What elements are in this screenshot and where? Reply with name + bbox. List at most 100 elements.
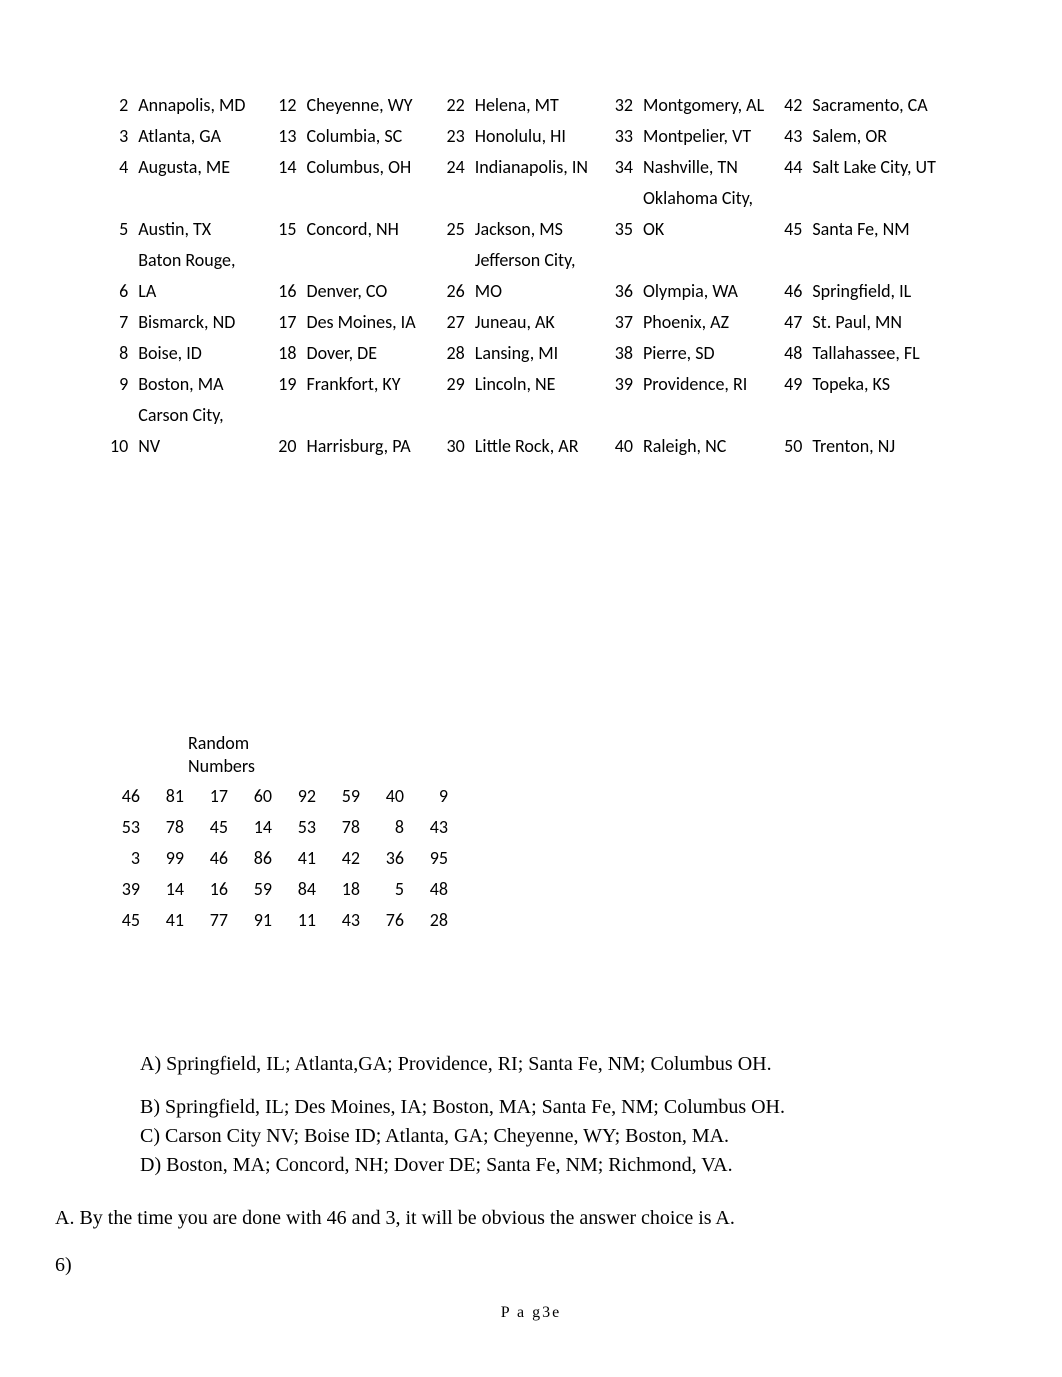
city-name: Little Rock, AR <box>475 431 605 462</box>
city-index <box>268 400 306 431</box>
city-index: 28 <box>437 338 475 369</box>
random-header-line1: Random <box>188 732 1062 755</box>
city-index: 12 <box>268 90 306 121</box>
city-name: Carson City, <box>138 400 268 431</box>
city-name: Salt Lake City, UT <box>812 152 945 183</box>
city-name: Dover, DE <box>307 338 437 369</box>
city-index <box>437 400 475 431</box>
city-index: 25 <box>437 214 475 245</box>
table-row: Carson City, <box>100 400 946 431</box>
city-name: NV <box>138 431 268 462</box>
random-number-cell: 78 <box>320 812 364 843</box>
city-index: 20 <box>268 431 306 462</box>
city-name: Bismarck, ND <box>138 307 268 338</box>
city-name: Boston, MA <box>138 369 268 400</box>
city-name: Pierre, SD <box>643 338 774 369</box>
city-name: Des Moines, IA <box>307 307 437 338</box>
random-number-cell: 36 <box>364 843 408 874</box>
city-name: Helena, MT <box>475 90 605 121</box>
city-name <box>475 400 605 431</box>
city-name: Honolulu, HI <box>475 121 605 152</box>
random-number-cell: 41 <box>144 905 188 936</box>
table-row: 468117609259409 <box>100 781 452 812</box>
city-name: Montpelier, VT <box>643 121 774 152</box>
city-name: Columbus, OH <box>307 152 437 183</box>
city-index <box>605 245 643 276</box>
city-name <box>475 183 605 214</box>
city-name <box>812 245 945 276</box>
city-name <box>307 245 437 276</box>
city-name: Augusta, ME <box>138 152 268 183</box>
city-index: 35 <box>605 214 643 245</box>
city-name: Columbia, SC <box>307 121 437 152</box>
random-number-cell: 48 <box>408 874 452 905</box>
table-row: 2Annapolis, MD12Cheyenne, WY22Helena, MT… <box>100 90 946 121</box>
city-index: 44 <box>774 152 812 183</box>
random-number-cell: 92 <box>276 781 320 812</box>
random-number-cell: 42 <box>320 843 364 874</box>
city-name: Montgomery, AL <box>643 90 774 121</box>
random-number-cell: 11 <box>276 905 320 936</box>
random-number-cell: 17 <box>188 781 232 812</box>
cities-table-container: 2Annapolis, MD12Cheyenne, WY22Helena, MT… <box>100 90 1062 462</box>
city-name: Harrisburg, PA <box>307 431 437 462</box>
city-index <box>100 245 138 276</box>
city-index: 37 <box>605 307 643 338</box>
table-row: 6LA16Denver, CO26MO36Olympia, WA46Spring… <box>100 276 946 307</box>
city-name: Topeka, KS <box>812 369 945 400</box>
random-number-cell: 14 <box>232 812 276 843</box>
answer-a: A) Springfield, IL; Atlanta,GA; Providen… <box>140 1051 1062 1078</box>
city-index: 33 <box>605 121 643 152</box>
city-name: Jackson, MS <box>475 214 605 245</box>
city-name: Cheyenne, WY <box>307 90 437 121</box>
city-index <box>605 183 643 214</box>
city-name: Indianapolis, IN <box>475 152 605 183</box>
random-number-cell: 84 <box>276 874 320 905</box>
city-name: Juneau, AK <box>475 307 605 338</box>
city-index: 19 <box>268 369 306 400</box>
city-index: 14 <box>268 152 306 183</box>
city-index: 48 <box>774 338 812 369</box>
random-number-cell: 78 <box>144 812 188 843</box>
city-index: 5 <box>100 214 138 245</box>
table-row: Oklahoma City, <box>100 183 946 214</box>
city-name: Concord, NH <box>307 214 437 245</box>
answer-explanation: A. By the time you are done with 46 and … <box>55 1207 1062 1230</box>
random-number-cell: 40 <box>364 781 408 812</box>
city-index: 13 <box>268 121 306 152</box>
city-index <box>774 400 812 431</box>
random-number-cell: 9 <box>408 781 452 812</box>
answer-c: C) Carson City NV; Boise ID; Atlanta, GA… <box>140 1123 1062 1150</box>
random-number-cell: 41 <box>276 843 320 874</box>
city-name: Baton Rouge, <box>138 245 268 276</box>
city-name: Frankfort, KY <box>307 369 437 400</box>
table-row: 4Augusta, ME14Columbus, OH24Indianapolis… <box>100 152 946 183</box>
city-index: 2 <box>100 90 138 121</box>
table-row: 537845145378843 <box>100 812 452 843</box>
random-number-cell: 18 <box>320 874 364 905</box>
city-name: Salem, OR <box>812 121 945 152</box>
random-number-cell: 43 <box>408 812 452 843</box>
city-index: 45 <box>774 214 812 245</box>
random-number-cell: 59 <box>232 874 276 905</box>
table-row: Baton Rouge,Jefferson City, <box>100 245 946 276</box>
random-table-body: 4681176092594095378451453788433994686414… <box>100 781 452 936</box>
city-name: Oklahoma City, <box>643 183 774 214</box>
city-name <box>643 245 774 276</box>
city-index <box>774 245 812 276</box>
city-index: 27 <box>437 307 475 338</box>
random-number-cell: 76 <box>364 905 408 936</box>
city-index: 30 <box>437 431 475 462</box>
random-number-cell: 95 <box>408 843 452 874</box>
city-index <box>774 183 812 214</box>
city-index: 38 <box>605 338 643 369</box>
random-numbers-header: Random Numbers <box>188 732 1062 779</box>
random-number-cell: 5 <box>364 874 408 905</box>
city-index <box>100 400 138 431</box>
city-index: 29 <box>437 369 475 400</box>
city-index: 18 <box>268 338 306 369</box>
cities-table: 2Annapolis, MD12Cheyenne, WY22Helena, MT… <box>100 90 946 462</box>
city-index <box>437 245 475 276</box>
city-name: Springfield, IL <box>812 276 945 307</box>
city-index: 4 <box>100 152 138 183</box>
